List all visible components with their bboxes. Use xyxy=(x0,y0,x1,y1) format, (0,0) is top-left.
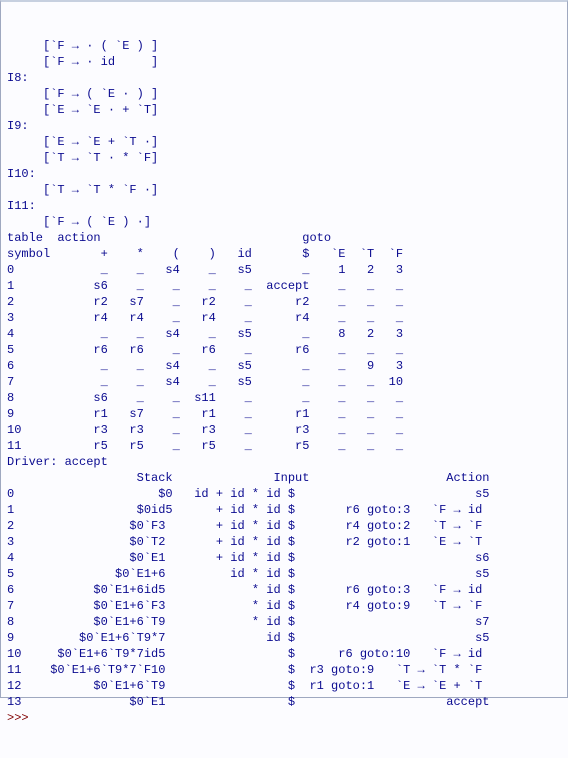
prompt[interactable]: >>> xyxy=(7,711,29,725)
terminal-output: [`F → · ( `E ) ] [`F → · id ] I8: [`F → … xyxy=(7,38,561,710)
